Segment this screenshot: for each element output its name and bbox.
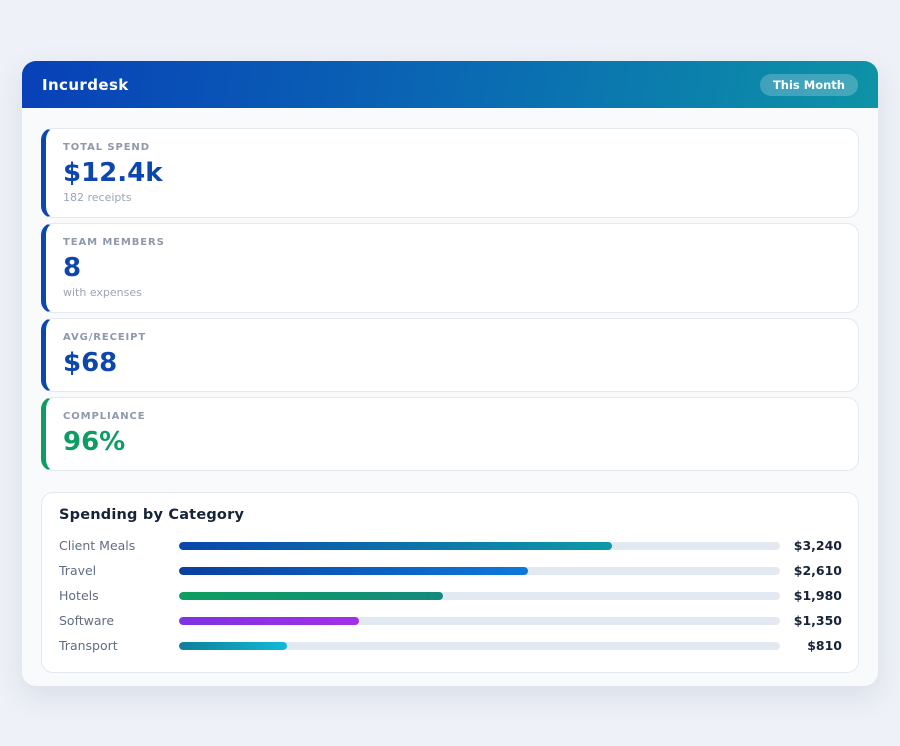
chart-row: Travel $2,610 xyxy=(59,558,842,583)
bar-track xyxy=(179,591,780,600)
app-card: Incurdesk This Month TOTAL SPEND $12.4k 18… xyxy=(22,61,878,686)
bar-fill xyxy=(179,566,528,575)
stat-card: TEAM MEMBERS 8 with expenses xyxy=(41,223,859,313)
stat-label: TEAM MEMBERS xyxy=(63,237,165,248)
chart-title: Spending by Category xyxy=(59,507,245,523)
category-value: $1,980 xyxy=(793,588,842,603)
category-label: Transport xyxy=(59,638,118,653)
stats-list: TOTAL SPEND $12.4k 182 receipts TEAM MEMBER… xyxy=(41,128,859,471)
chart-row: Client Meals $3,240 xyxy=(59,533,842,558)
category-value: $1,350 xyxy=(793,613,842,628)
chart-row: Software $1,350 xyxy=(59,608,842,633)
app-header: Incurdesk This Month xyxy=(22,61,878,108)
app-title: Incurdesk xyxy=(42,75,129,94)
bar-fill xyxy=(179,616,360,625)
chart-row: Hotels $1,980 xyxy=(59,583,842,608)
bar-track xyxy=(179,541,780,550)
stat-value: 96% xyxy=(63,427,126,457)
category-label: Hotels xyxy=(59,588,99,603)
chart-rows: Client Meals $3,240 Travel $2,610 Hotels $1,9… xyxy=(59,533,842,658)
bar-track xyxy=(179,616,780,625)
stat-label: COMPLIANCE xyxy=(63,411,146,422)
stat-value: $68 xyxy=(63,348,118,378)
category-label: Client Meals xyxy=(59,538,136,553)
bar-track xyxy=(179,641,780,650)
category-label: Software xyxy=(59,613,115,628)
bar-fill xyxy=(179,641,288,650)
stat-label: AVG/RECEIPT xyxy=(63,332,147,343)
bar-fill xyxy=(179,541,612,550)
stat-card: COMPLIANCE 96% xyxy=(41,397,859,471)
chart-row: Transport $810 xyxy=(59,633,842,658)
stat-sub-label: with expenses xyxy=(63,286,142,299)
chart-card: Spending by Category Client Meals $3,240 T… xyxy=(41,492,859,673)
bar-fill xyxy=(179,591,444,600)
stat-label: TOTAL SPEND xyxy=(63,142,150,153)
app-content: TOTAL SPEND $12.4k 182 receipts TEAM MEMBER… xyxy=(22,108,878,673)
stat-value: $12.4k xyxy=(63,158,163,188)
bar-track xyxy=(179,566,780,575)
category-value: $2,610 xyxy=(793,563,842,578)
stat-card: AVG/RECEIPT $68 xyxy=(41,318,859,392)
category-label: Travel xyxy=(59,563,97,578)
stat-card: TOTAL SPEND $12.4k 182 receipts xyxy=(41,128,859,218)
stat-sub-label: 182 receipts xyxy=(63,191,132,204)
stat-value: 8 xyxy=(63,253,82,283)
category-value: $810 xyxy=(807,638,842,653)
period-badge[interactable]: This Month xyxy=(759,73,858,96)
category-value: $3,240 xyxy=(793,538,842,553)
